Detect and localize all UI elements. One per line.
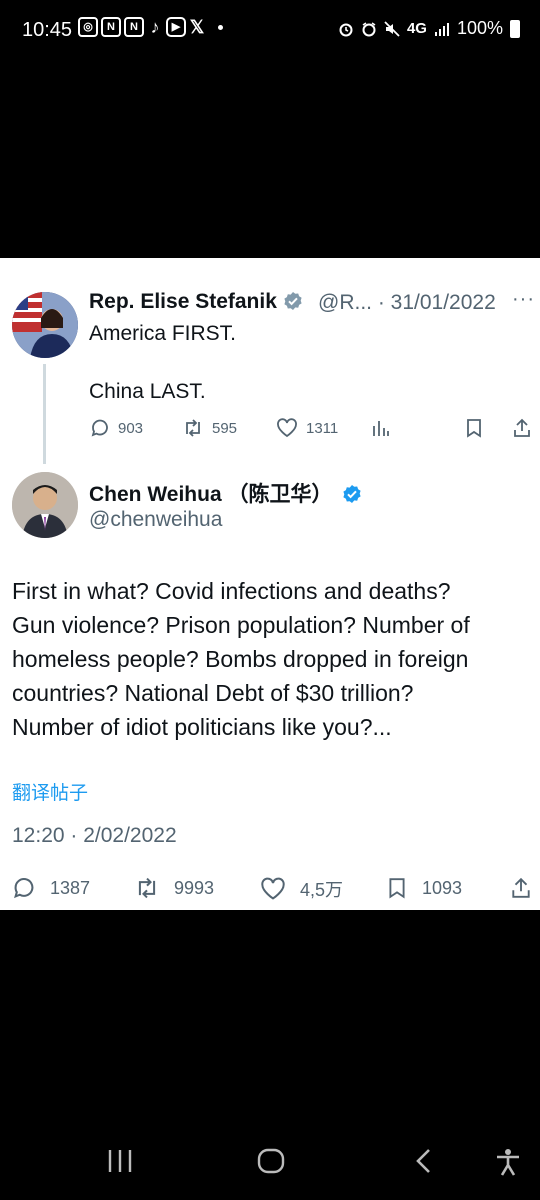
reply-author-name: Chen Weihua （陈卫华）: [89, 483, 333, 506]
avatar-chenweihua[interactable]: [12, 472, 78, 538]
reply-tweet-bookmark-count: 1093: [422, 877, 463, 898]
status-time: 10:45: [22, 19, 73, 41]
mute-icon: [384, 20, 400, 37]
home-icon[interactable]: [257, 1148, 285, 1174]
blue-verified-badge-icon: [343, 485, 361, 503]
instagram-icon: ◎: [78, 17, 98, 37]
avatar-stefanik[interactable]: [12, 292, 78, 358]
reply-tweet-reply-count: 1387: [50, 877, 91, 898]
reply-tweet-retweet-count: 9993: [174, 877, 215, 898]
reply-tweet-reply-button[interactable]: 1387: [12, 876, 90, 900]
like-button[interactable]: 1311: [276, 418, 338, 438]
tweet-text-line-1: America FIRST.: [89, 322, 237, 345]
handle-date: @R... · 31/01/2022: [318, 291, 496, 314]
network-type: 4G: [406, 20, 427, 37]
retweet-icon: [138, 877, 156, 899]
bookmark-icon: [467, 419, 481, 438]
reply-icon: [91, 419, 108, 437]
accessibility-icon[interactable]: [494, 1148, 522, 1176]
system-icons: 4G 100%: [338, 18, 520, 39]
reply-tweet-retweet-button[interactable]: 9993: [134, 876, 214, 900]
reply-body-line-5: Number of idiot politicians like you?...: [12, 714, 392, 740]
reply-tweet-like-button[interactable]: 4,5万: [260, 876, 343, 902]
share-button[interactable]: [512, 418, 532, 438]
battery-percent: 100%: [456, 18, 503, 38]
bookmark-icon: [389, 878, 405, 899]
reply-tweet-bookmark-button[interactable]: 1093: [386, 876, 462, 900]
retweet-count: 595: [212, 419, 238, 437]
signal-icon: [434, 22, 449, 36]
share-icon: [512, 877, 530, 898]
reply-body-line-4: countries? National Debt of $30 trillion…: [12, 680, 414, 706]
tweet-text-line-2: China LAST.: [89, 380, 206, 403]
author-name: Rep. Elise Stefanik: [89, 290, 277, 313]
gray-verified-badge-icon: [284, 292, 302, 310]
youtube-icon: ▶: [166, 17, 186, 37]
views-button[interactable]: [371, 418, 391, 438]
translate-post-link[interactable]: 翻译帖子: [12, 778, 88, 805]
heart-icon: [277, 418, 297, 438]
heart-icon: [261, 877, 285, 900]
author-name-row[interactable]: Rep. Elise Stefanik: [89, 290, 303, 314]
news-app-icon: N: [101, 17, 121, 37]
reply-tweet-like-count: 4,5万: [300, 880, 344, 900]
x-icon: 𝕏: [189, 17, 205, 37]
reply-handle: @chenweihua: [89, 508, 223, 531]
news-app-icon-2: N: [124, 17, 144, 37]
share-icon: [514, 418, 530, 437]
status-bar: 10:45 ◎ N N ♪ ▶ 𝕏 4G 100%: [0, 0, 540, 62]
reply-button[interactable]: 903: [90, 418, 143, 438]
reply-body-line-3: homeless people? Bombs dropped in foreig…: [12, 646, 469, 672]
tiktok-icon: ♪: [150, 17, 160, 37]
post-timestamp: 12:20 · 2/02/2022: [12, 824, 177, 847]
battery-icon: [510, 19, 520, 38]
retweet-button[interactable]: 595: [182, 418, 237, 438]
reply-icon: [14, 878, 34, 899]
system-navigation-bar: [0, 1120, 540, 1200]
more-notifications-icon: [218, 24, 223, 30]
bookmark-button[interactable]: [464, 418, 484, 438]
recent-apps-icon[interactable]: [106, 1148, 134, 1174]
retweet-icon: [186, 419, 200, 437]
reply-tweet-share-button[interactable]: [510, 876, 532, 900]
reply-count: 903: [118, 419, 144, 437]
views-icon: [373, 421, 389, 436]
clock-alarm-icon: [362, 21, 376, 36]
reply-author-name-row[interactable]: Chen Weihua （陈卫华）: [89, 478, 362, 508]
thread-connector: [43, 364, 46, 464]
like-count: 1311: [306, 419, 339, 437]
more-options-icon[interactable]: ···: [512, 288, 535, 311]
back-icon[interactable]: [412, 1148, 436, 1174]
alarm-icon: [339, 23, 353, 36]
reply-body-line-1: First in what? Covid infections and deat…: [12, 578, 451, 604]
reply-body-line-2: Gun violence? Prison population? Number …: [12, 612, 470, 638]
notification-icons: ◎ N N ♪ ▶ 𝕏: [78, 17, 223, 37]
tweet-card: Rep. Elise Stefanik @R... · 31/01/2022 ·…: [0, 258, 540, 910]
